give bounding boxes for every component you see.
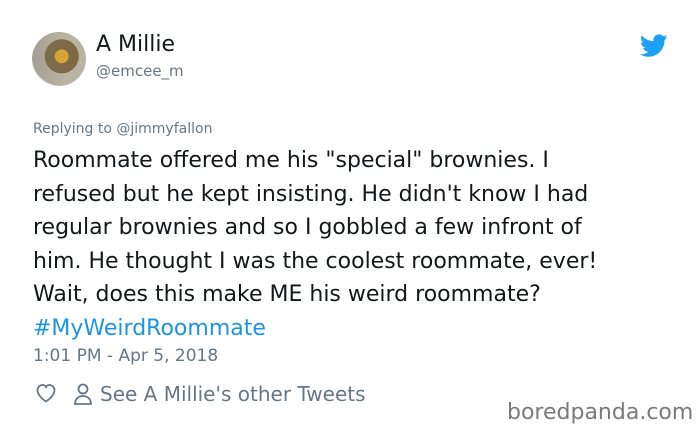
twitter-bird-icon[interactable] [640,34,668,58]
tweet-line: him. He thought I was the coolest roomma… [33,248,598,274]
watermark: boredpanda.com [507,400,694,425]
heart-icon[interactable] [34,381,58,405]
tweet-line: regular brownies and so I gobbled a few … [33,215,582,240]
author-name[interactable]: A Millie [96,30,175,60]
avatar[interactable] [32,32,86,86]
author-handle[interactable]: @emcee_m [96,61,184,81]
replying-to[interactable]: Replying to @jimmyfallon [33,120,212,138]
tweet-line: refused but he kept insisting. He didn't… [33,181,589,207]
timestamp[interactable]: 1:01 PM - Apr 5, 2018 [33,345,218,367]
hashtag-link[interactable]: #MyWeirdRoommate [33,312,673,346]
tweet-line: Wait, does this make ME his weird roomma… [33,282,541,307]
tweet-line: Roommate offered me his "special" browni… [33,148,549,173]
see-more-tweets-link[interactable]: See A Millie's other Tweets [100,381,366,407]
person-icon [74,383,92,405]
tweet-text: Roommate offered me his "special" browni… [33,144,673,345]
